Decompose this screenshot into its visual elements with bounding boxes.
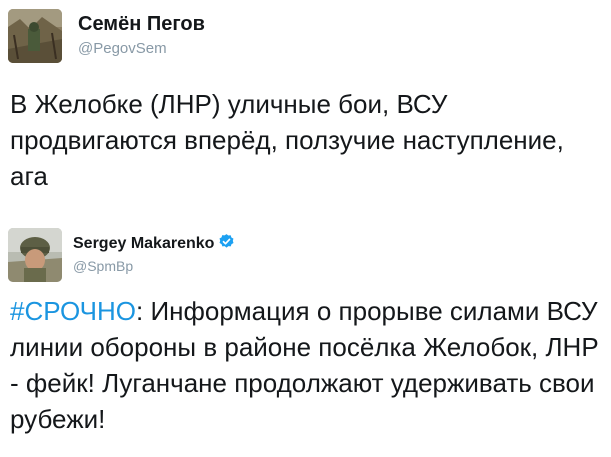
avatar-image bbox=[8, 9, 62, 63]
author-handle[interactable]: @PegovSem bbox=[78, 40, 167, 57]
tweet-text: #СРОЧНО: Информация о прорыве силами ВСУ… bbox=[10, 293, 600, 437]
author-name-text[interactable]: Sergey Makarenko bbox=[73, 235, 214, 252]
author-name[interactable]: Sergey Makarenko bbox=[73, 233, 235, 253]
avatar[interactable] bbox=[8, 9, 62, 63]
author-handle[interactable]: @SpmBp bbox=[73, 258, 133, 274]
verified-badge-icon bbox=[219, 234, 234, 248]
tweet-text: В Желобке (ЛНР) уличные бои, ВСУ продвиг… bbox=[10, 89, 564, 191]
avatar[interactable] bbox=[8, 228, 62, 282]
hashtag-link[interactable]: #СРОЧНО bbox=[10, 296, 136, 326]
avatar-image bbox=[8, 228, 62, 282]
author-name[interactable]: Семён Пегов bbox=[78, 13, 205, 36]
tweet-pegov: Семён Пегов @PegovSem В Желобке (ЛНР) ул… bbox=[0, 0, 611, 210]
